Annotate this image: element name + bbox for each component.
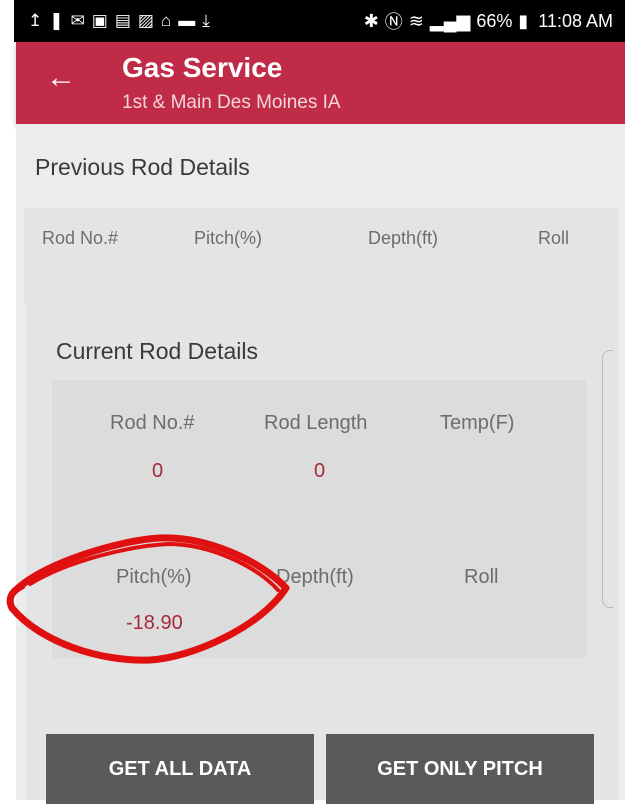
previous-rod-table: Rod No.# Pitch(%) Depth(ft) Roll <box>24 208 618 304</box>
back-button[interactable]: ← <box>46 58 76 98</box>
signal-icon: ▂▄▆ <box>429 10 471 31</box>
download-icon: ⤓ <box>202 11 211 30</box>
battery-percent: 66% <box>476 10 513 31</box>
bluetooth-icon: ✱ <box>363 10 379 31</box>
battery-icon: ▮ <box>518 10 529 31</box>
roll-label: Roll <box>464 566 499 588</box>
status-notification-icons: ↥ ❚ ✉ ▣ ▤ ▨ ⌂ ▬ ⤓ <box>28 0 211 42</box>
image-icon: ▨ <box>137 11 155 30</box>
get-all-data-button[interactable]: GET ALL DATA <box>46 734 314 804</box>
pitch-label: Pitch(%) <box>116 566 192 588</box>
depth-label: Depth(ft) <box>276 566 354 588</box>
pitch-value: -18.90 <box>126 612 183 634</box>
wifi-icon: ≋ <box>408 10 424 31</box>
page-title: Gas Service <box>122 52 283 83</box>
mail-icon: ✉ <box>70 11 86 30</box>
gallery-icon: ▣ <box>91 11 109 30</box>
rod-no-value: 0 <box>152 460 164 482</box>
current-rod-panel: Rod No.# 0 Rod Length 0 Temp(F) Pitch(%)… <box>52 380 586 658</box>
status-system-icons: ✱ Ⓝ ≋ ▂▄▆ 66% ▮ 11:08 AM <box>364 0 613 42</box>
nfc-icon: Ⓝ <box>384 12 403 32</box>
prev-col-rod-no: Rod No.# <box>42 228 119 248</box>
rod-length-label: Rod Length <box>264 412 368 434</box>
temp-label: Temp(F) <box>440 412 515 434</box>
prev-col-roll: Roll <box>538 228 570 248</box>
status-time: 11:08 AM <box>538 10 613 31</box>
news-icon: ▤ <box>114 11 132 30</box>
person-icon: ❚ <box>49 11 65 30</box>
prev-col-pitch: Pitch(%) <box>194 228 263 248</box>
page-subtitle: 1st & Main Des Moines IA <box>122 92 341 113</box>
lock-icon: ⌂ <box>160 11 173 30</box>
previous-rod-title: Previous Rod Details <box>35 154 250 180</box>
video-icon: ▬ <box>178 11 197 30</box>
upload-icon: ↥ <box>28 11 44 30</box>
rod-length-value: 0 <box>314 460 326 482</box>
current-rod-title: Current Rod Details <box>56 338 258 364</box>
rod-no-label: Rod No.# <box>110 412 195 434</box>
arrow-left-icon: ← <box>46 61 76 94</box>
status-bar: ↥ ❚ ✉ ▣ ▤ ▨ ⌂ ▬ ⤓ ✱ Ⓝ ≋ ▂▄▆ 66% ▮ 11:08 … <box>14 0 625 42</box>
get-only-pitch-button[interactable]: GET ONLY PITCH <box>326 734 594 804</box>
scroll-indicator <box>602 350 613 608</box>
prev-col-depth: Depth(ft) <box>368 228 439 248</box>
current-rod-card: Current Rod Details Rod No.# 0 Rod Lengt… <box>26 304 618 800</box>
app-bar: ← Gas Service 1st & Main Des Moines IA <box>16 42 625 124</box>
content-area: Previous Rod Details Rod No.# Pitch(%) D… <box>16 124 625 804</box>
